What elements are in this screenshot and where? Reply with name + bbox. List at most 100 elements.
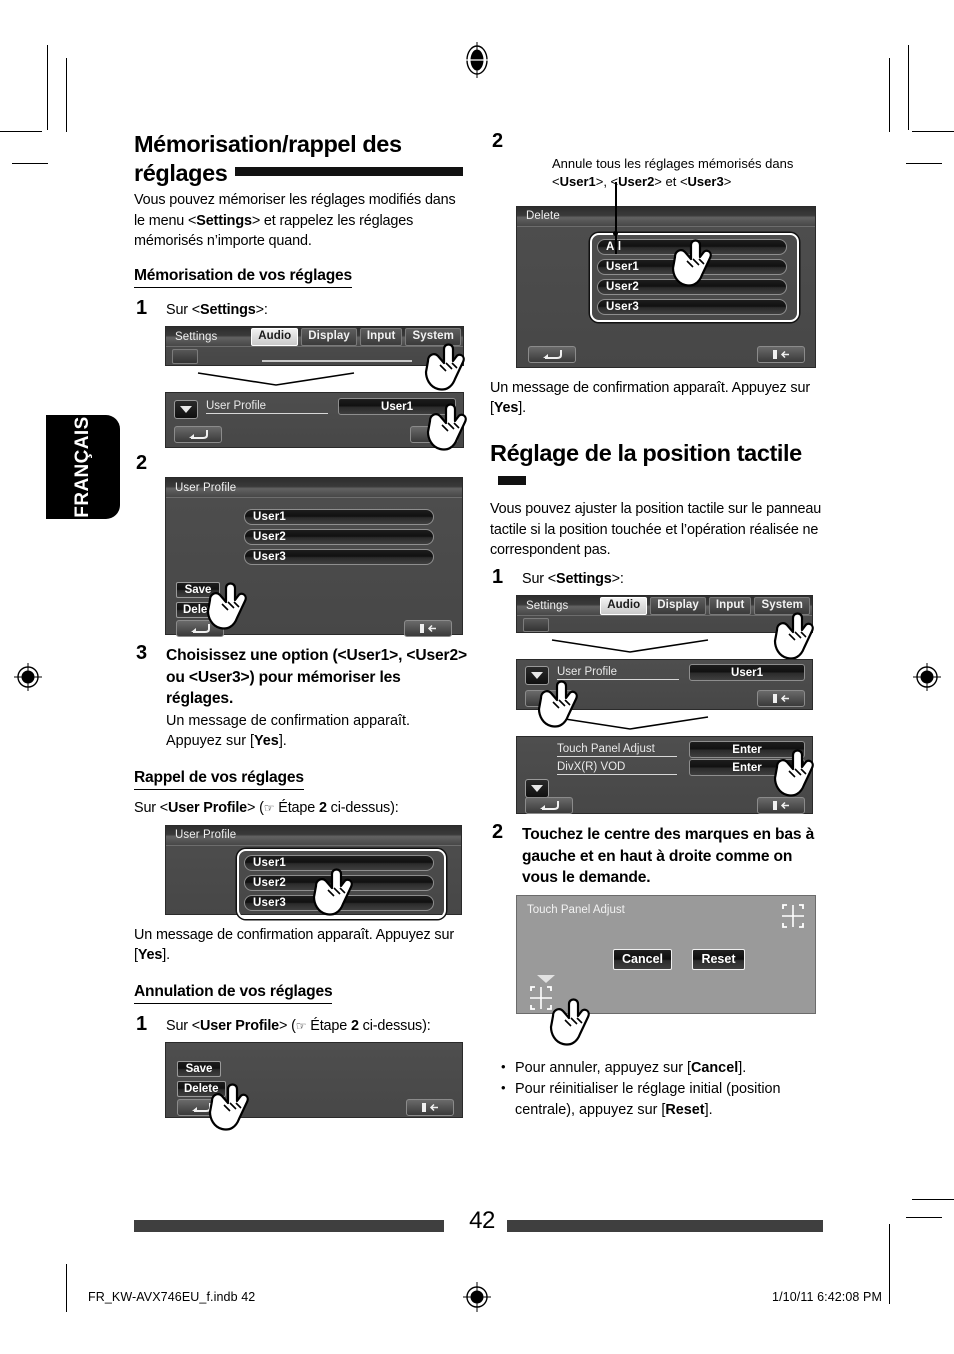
hand-pointer-dropdown — [531, 676, 583, 732]
touch-panel-adjust-label: Touch Panel Adjust — [557, 743, 677, 758]
back-arrow-icon — [543, 349, 562, 359]
crop-mark-top-right-inner — [889, 58, 890, 132]
bullet-cancel-a: Pour annuler, appuyez sur [ — [515, 1059, 691, 1076]
delete-caption: Annule tous les réglages mémorisés dans … — [552, 156, 794, 190]
exit-button[interactable] — [757, 345, 805, 363]
back-button[interactable] — [528, 345, 576, 363]
back-button[interactable] — [174, 426, 222, 444]
crop-mark-bottom-right-h2 — [906, 1217, 942, 1218]
bullet-cancel: Pour annuler, appuyez sur [Cancel]. — [498, 1057, 830, 1079]
rappel-b: > ( — [247, 800, 264, 817]
hand-pointer-user2 — [306, 864, 358, 920]
delete-titlebar: Delete — [517, 206, 815, 227]
registration-mark-bottom — [463, 1282, 491, 1312]
annul-etape: Étape — [310, 1017, 351, 1034]
list-item[interactable]: User3 — [244, 549, 434, 566]
section-title-touch: Réglage de la position tactile — [490, 439, 830, 497]
step-3-number: 3 — [136, 642, 148, 665]
subhead-rappel: Rappel de vos réglages — [134, 768, 304, 791]
delete-caption-line1: Annule tous les réglages mémorisés dans — [552, 156, 794, 171]
delete-caption-user1: User1 — [559, 174, 596, 190]
rappel-note-a: Un message de confirmation apparaît. App… — [134, 926, 454, 964]
crop-mark-top-left-inner — [66, 58, 67, 132]
rappel-note: Un message de confirmation apparaît. App… — [134, 925, 467, 966]
footer-timestamp: 1/10/11 6:42:08 PM — [772, 1290, 882, 1304]
subhead-memorisation: Mémorisation de vos réglages — [134, 266, 352, 288]
crosshair-target-top-right[interactable] — [780, 903, 806, 929]
crop-mark-top-right-h1 — [912, 131, 954, 132]
user-profile-label: User Profile — [206, 400, 328, 415]
touch-bullets: Pour annuler, appuyez sur [Cancel]. Pour… — [498, 1057, 830, 1121]
exit-icon — [420, 624, 436, 634]
cancel-button[interactable]: Cancel — [613, 948, 672, 970]
exit-button[interactable] — [404, 620, 452, 638]
delete-note-b: ]. — [518, 400, 526, 417]
step-1-prefix: Sur < — [166, 301, 201, 318]
page-title-text: Mémorisation/rappel des réglages — [134, 131, 402, 186]
registration-mark-top — [463, 42, 491, 78]
exit-icon — [773, 349, 789, 359]
rappel-bold: User Profile — [168, 800, 248, 817]
screenshot-settings-left: Settings Audio Display Input System — [165, 326, 465, 391]
settings-divider — [262, 360, 412, 362]
list-item[interactable]: User1 — [244, 509, 434, 526]
crop-mark-top-left-h2 — [12, 163, 48, 164]
step-3-note-b: ]. — [278, 733, 287, 750]
exit-button[interactable] — [757, 690, 805, 708]
rappel-etape: Étape — [278, 800, 319, 817]
bullet-cancel-bold: Cancel — [691, 1059, 739, 1076]
page-title: Mémorisation/rappel des réglages — [134, 130, 467, 188]
touch-step1-number: 1 — [492, 565, 504, 588]
list-item[interactable]: User3 — [597, 298, 787, 315]
save-button[interactable]: Save — [177, 1061, 221, 1078]
list-item[interactable]: User2 — [244, 529, 434, 546]
bullet-reset-b: ]. — [704, 1102, 713, 1119]
touch-step2-text: Touchez le centre des marques en bas à g… — [522, 826, 815, 887]
rappel-step: 2 — [318, 800, 327, 817]
language-tab-label: FRANÇAIS — [72, 416, 93, 518]
settings-scroll-button[interactable] — [172, 349, 198, 365]
back-button[interactable] — [525, 797, 573, 815]
tab-input[interactable]: Input — [359, 328, 403, 347]
step-1-suffix: >: — [255, 301, 268, 318]
delete-caption-end: > — [723, 174, 732, 190]
flow-arrow-2 — [551, 639, 709, 654]
delete-note-a: Un message de confirmation apparaît. App… — [490, 379, 810, 417]
chevron-down-icon — [531, 785, 543, 793]
hand-pointer-crosshair — [543, 994, 595, 1050]
dropdown-down-button[interactable] — [174, 400, 198, 420]
up-row-body: User Profile User1 — [166, 393, 463, 447]
footer-filename: FR_KW-AVX746EU_f.indb 42 — [88, 1290, 256, 1304]
exit-button[interactable] — [406, 1099, 454, 1117]
user-profile-value-button-2[interactable]: User1 — [689, 664, 805, 682]
crop-mark-top-right-h2 — [906, 163, 942, 164]
page-number: 42 — [469, 1207, 495, 1234]
language-tab-francais: FRANÇAIS — [46, 415, 120, 519]
tab-audio[interactable]: Audio — [600, 597, 648, 616]
up-list-titlebar: User Profile — [166, 478, 462, 499]
hand-pointer-user1 — [420, 399, 472, 455]
rappel-intro: Sur <User Profile> (☞ Étape 2 ci-dessus)… — [134, 798, 467, 819]
settings-scroll-button[interactable] — [523, 618, 549, 633]
step-3-text: Choisissez une option (<User1>, <User2> … — [166, 647, 467, 708]
delete-caption-user3: User3 — [687, 174, 724, 190]
hand-pointer-save — [200, 578, 252, 634]
tab-display[interactable]: Display — [650, 597, 706, 616]
step-2-delete: 2 — [490, 130, 830, 153]
footer-rule-right — [507, 1220, 823, 1232]
delete-step-number: 2 — [492, 130, 504, 152]
crop-mark-top-right-outer — [908, 45, 909, 130]
reset-button[interactable]: Reset — [692, 948, 745, 970]
scroll-down-button[interactable] — [525, 779, 549, 799]
step-3-note-a: Un message de confirmation apparaît. App… — [166, 712, 410, 750]
settings-title-2: Settings — [526, 599, 569, 612]
touch-step1-prefix: Sur < — [522, 570, 557, 587]
tab-input[interactable]: Input — [708, 597, 752, 616]
tab-display[interactable]: Display — [301, 328, 357, 347]
hand-pointer-delete — [202, 1079, 254, 1135]
rappel-a: Sur < — [134, 800, 169, 817]
tab-audio[interactable]: Audio — [251, 328, 299, 347]
annul-c: ci-dessus): — [358, 1017, 431, 1034]
delete-leader-dot — [613, 231, 618, 236]
intro-settings-bold: Settings — [196, 212, 252, 229]
